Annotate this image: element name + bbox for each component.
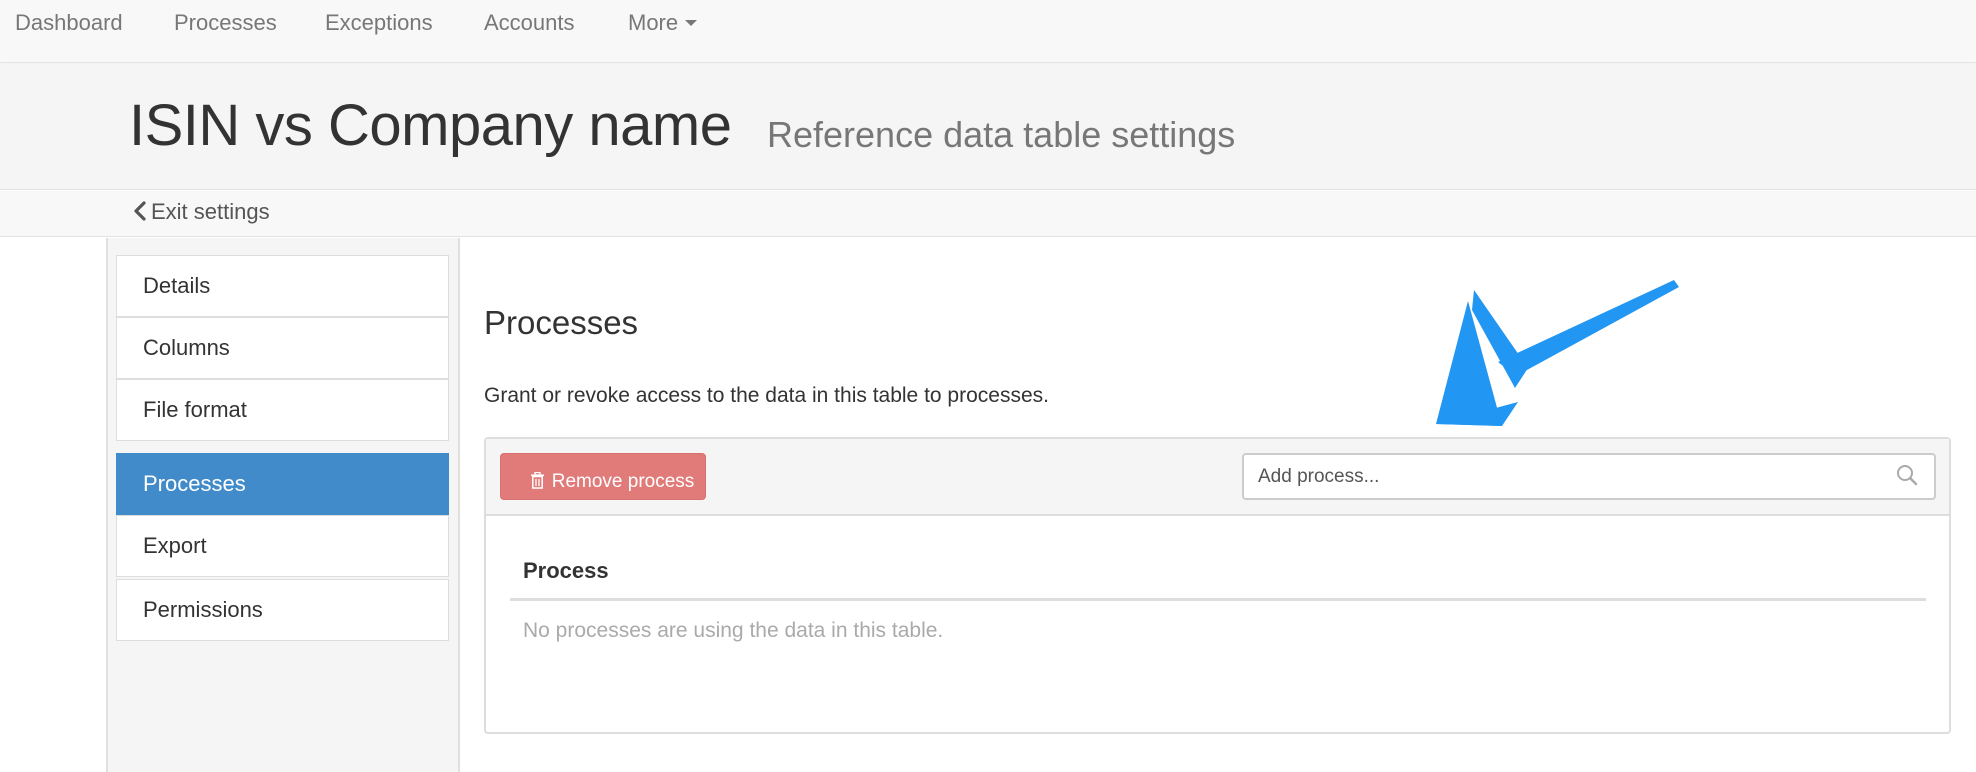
sidebar-item-export[interactable]: Export: [116, 515, 449, 577]
page-subtitle: Reference data table settings: [767, 114, 1236, 155]
exit-settings-link[interactable]: Exit settings: [133, 199, 270, 225]
nav-item-exceptions[interactable]: Exceptions: [325, 10, 433, 36]
caret-down-icon: [685, 20, 698, 27]
section-description: Grant or revoke access to the data in th…: [484, 384, 1049, 407]
table-column-process[interactable]: Process: [523, 558, 609, 584]
remove-process-button[interactable]: Remove process: [500, 453, 706, 500]
nav-item-more-label: More: [628, 10, 679, 35]
chevron-left-icon: [134, 201, 146, 221]
sidebar-item-processes[interactable]: Processes: [116, 453, 449, 515]
sidebar-item-details[interactable]: Details: [116, 255, 449, 317]
sidebar-item-permissions[interactable]: Permissions: [116, 579, 449, 641]
sidebar-item-file-format[interactable]: File format: [116, 379, 449, 441]
table-empty-message: No processes are using the data in this …: [523, 619, 944, 642]
settings-subbar: [0, 191, 1976, 237]
nav-item-dashboard[interactable]: Dashboard: [15, 10, 123, 36]
table-header-divider: [510, 598, 1926, 601]
top-navbar: [0, 0, 1976, 63]
nav-item-more[interactable]: More: [628, 10, 698, 36]
section-title: Processes: [484, 304, 639, 341]
trash-icon: [530, 471, 544, 489]
page-title: ISIN vs Company name: [129, 93, 732, 158]
sidebar-item-columns[interactable]: Columns: [116, 317, 449, 379]
add-process-input[interactable]: [1258, 466, 1878, 488]
nav-item-processes[interactable]: Processes: [174, 10, 277, 36]
search-icon[interactable]: [1896, 464, 1918, 486]
nav-item-accounts[interactable]: Accounts: [484, 10, 575, 36]
remove-process-label: Remove process: [551, 471, 695, 492]
exit-settings-label: Exit settings: [151, 199, 270, 224]
annotation-arrow-icon: [1436, 280, 1679, 426]
